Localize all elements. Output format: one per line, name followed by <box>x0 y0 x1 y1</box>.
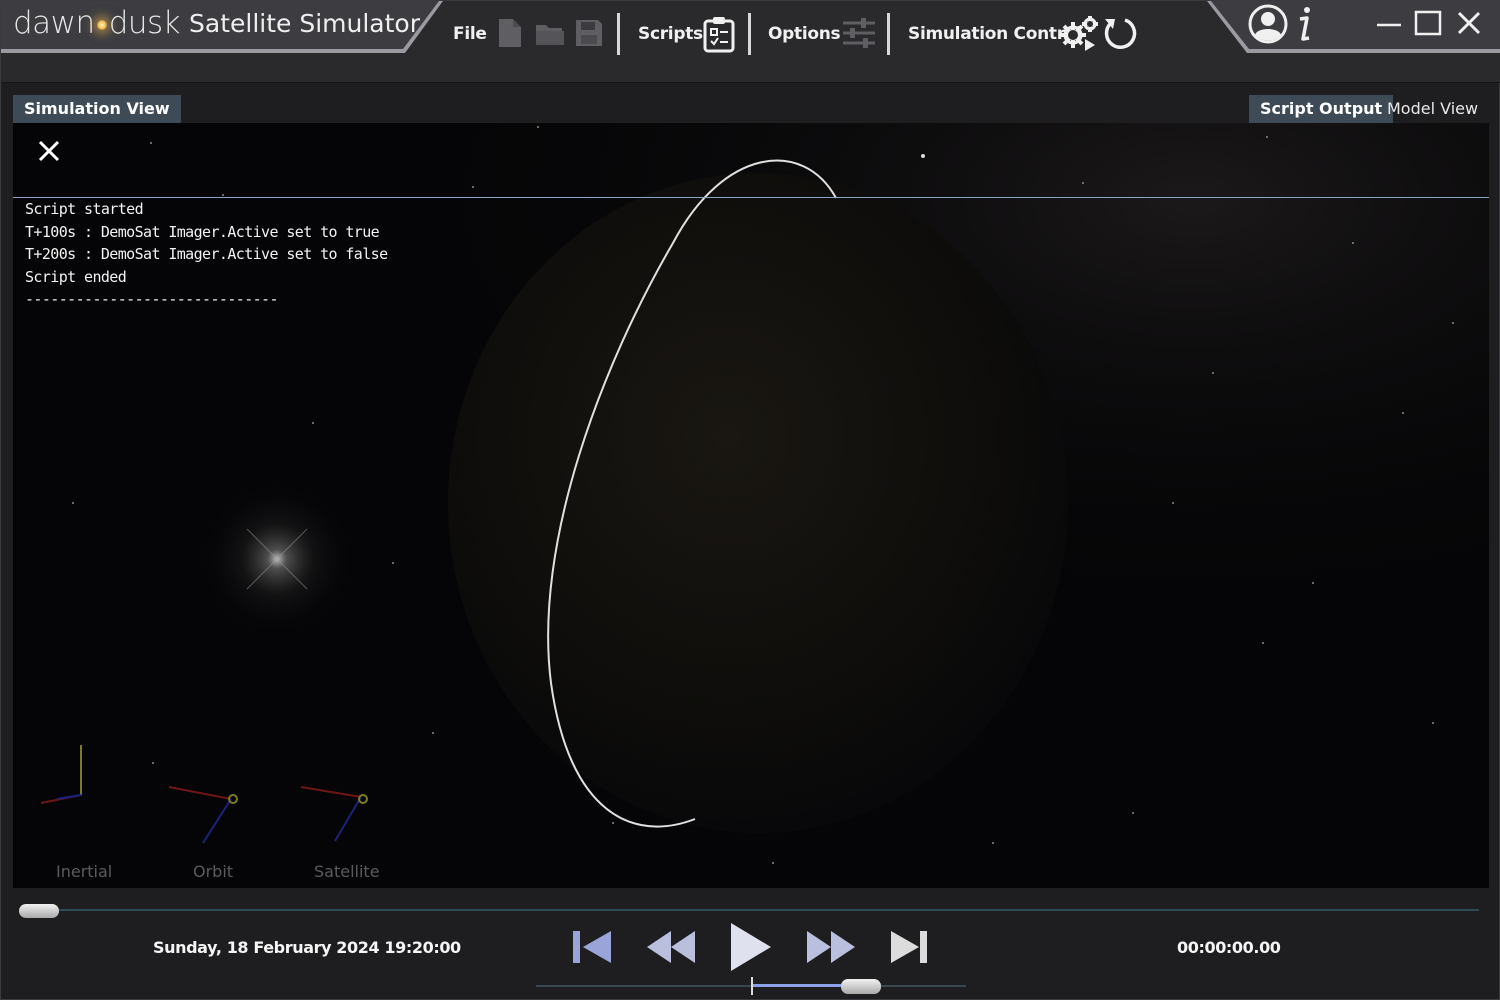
skip-end-icon[interactable] <box>887 923 931 971</box>
new-file-icon[interactable] <box>497 17 523 49</box>
tab-simulation-view[interactable]: Simulation View <box>13 95 181 123</box>
elapsed-time: 00:00:00.00 <box>1177 938 1281 957</box>
menu-options[interactable]: Options <box>768 24 841 44</box>
earth-globe <box>448 173 1068 833</box>
app-title: Satellite Simulator <box>189 9 420 38</box>
logo-text-left: dawn <box>13 5 95 41</box>
close-panel-icon[interactable] <box>35 137 63 165</box>
save-icon[interactable] <box>574 18 604 48</box>
script-output-line: T+100s : DemoSat Imager.Active set to tr… <box>25 223 380 241</box>
menu-scripts[interactable]: Scripts <box>638 24 703 44</box>
satellite-axes-label: Satellite <box>314 862 380 881</box>
script-output-line: ------------------------------ <box>25 290 279 308</box>
title-bar: dawn dusk Satellite Simulator File Script… <box>1 1 1500 83</box>
tab-script-output[interactable]: Script Output <box>1249 95 1394 123</box>
timeline-slider-thumb[interactable] <box>19 904 59 918</box>
speed-slider-fill <box>751 984 843 987</box>
menu-file[interactable]: File <box>453 24 487 44</box>
play-icon[interactable] <box>727 919 773 975</box>
skip-start-icon[interactable] <box>571 923 615 971</box>
minimize-icon[interactable] <box>1371 9 1407 39</box>
close-icon[interactable] <box>1451 9 1487 39</box>
menu-separator <box>887 13 890 55</box>
menu-simulation-control[interactable]: Simulation Control <box>908 24 1082 44</box>
fast-forward-icon[interactable] <box>805 923 857 971</box>
speed-slider-center-tick <box>751 977 753 995</box>
app-window: dawn dusk Satellite Simulator File Script… <box>0 0 1500 1000</box>
rewind-icon[interactable] <box>645 923 697 971</box>
script-output-line: Script started <box>25 200 144 218</box>
user-icon[interactable] <box>1247 3 1289 45</box>
simulation-viewport[interactable]: Script started T+100s : DemoSat Imager.A… <box>13 123 1489 888</box>
timeline-track[interactable] <box>21 909 1479 911</box>
speed-slider-thumb[interactable] <box>841 979 881 994</box>
menu-separator <box>748 13 751 55</box>
inertial-axes-label: Inertial <box>56 862 113 881</box>
app-logo: dawn dusk <box>13 5 181 41</box>
tab-model-view[interactable]: Model View <box>1376 95 1489 123</box>
sun-logo-icon <box>96 19 107 30</box>
reset-icon[interactable] <box>1101 15 1139 53</box>
script-output-line: T+200s : DemoSat Imager.Active set to fa… <box>25 245 388 263</box>
gears-icon[interactable] <box>1059 13 1101 53</box>
menu-separator <box>617 13 620 55</box>
script-output-line: Script ended <box>25 268 127 286</box>
sliders-icon[interactable] <box>841 17 877 49</box>
info-icon[interactable] <box>1295 5 1315 45</box>
simulation-date: Sunday, 18 February 2024 19:20:00 <box>153 938 461 957</box>
script-output-panel <box>13 123 1489 198</box>
orbit-axes-label: Orbit <box>193 862 234 881</box>
maximize-icon[interactable] <box>1411 9 1447 39</box>
clipboard-icon[interactable] <box>703 15 735 53</box>
open-folder-icon[interactable] <box>534 19 566 47</box>
logo-text-right: dusk <box>108 5 181 41</box>
